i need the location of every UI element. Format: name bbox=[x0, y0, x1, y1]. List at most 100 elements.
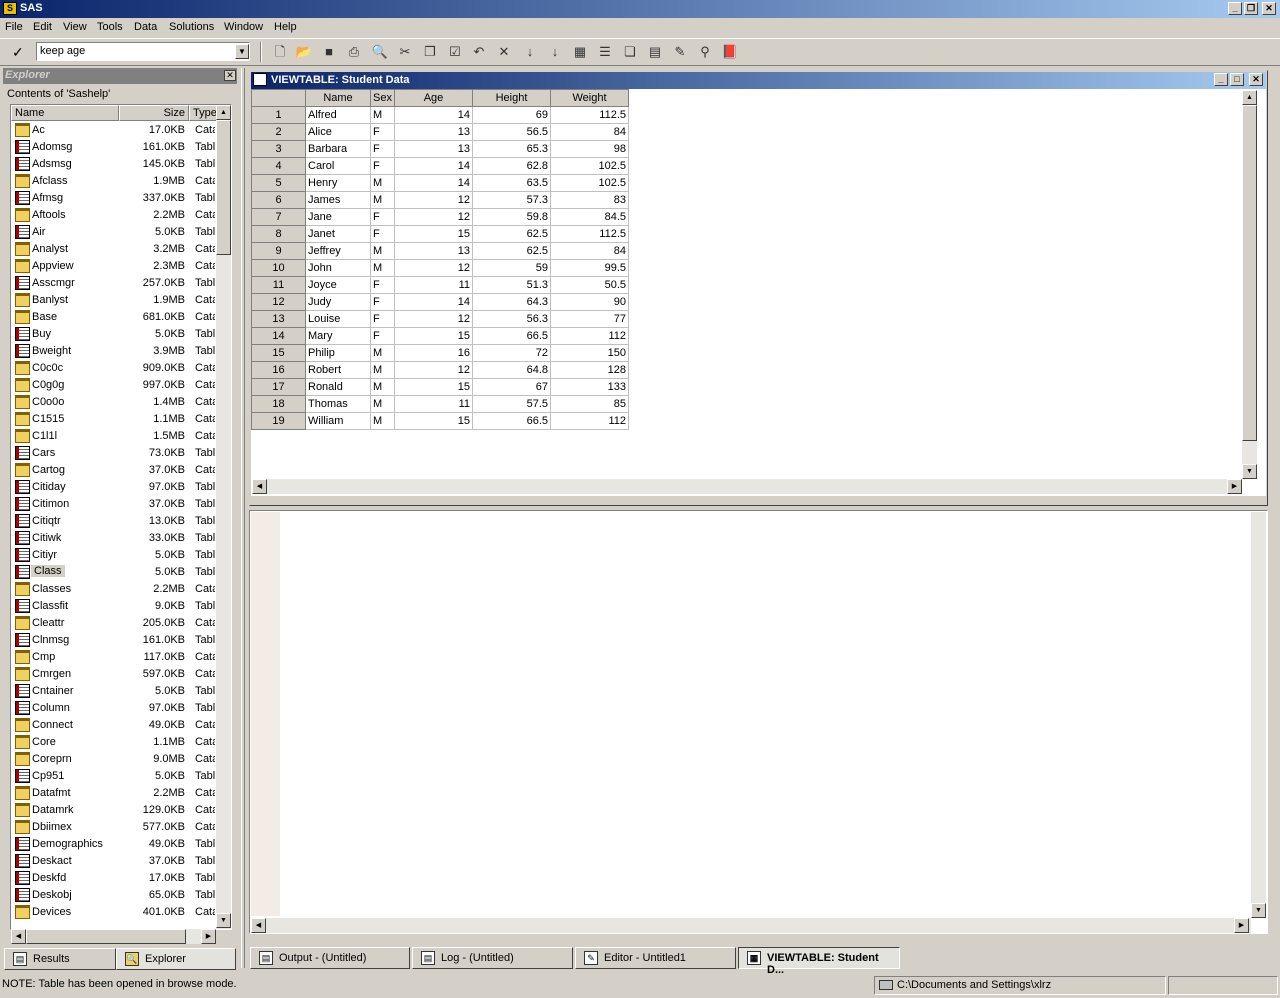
table-cell[interactable]: 84 bbox=[550, 123, 629, 141]
column-header-height[interactable]: Height bbox=[472, 89, 551, 107]
table-cell[interactable]: 57.3 bbox=[472, 191, 551, 209]
list-item[interactable]: Buy 5.0KB Table bbox=[11, 326, 216, 343]
row-number[interactable]: 8 bbox=[251, 225, 306, 243]
table-cell[interactable]: 50.5 bbox=[550, 276, 629, 294]
viewtable-close-button[interactable]: ✕ bbox=[1249, 73, 1263, 86]
table-cell[interactable]: 83 bbox=[550, 191, 629, 209]
data-table[interactable]: Name Sex Age Height Weight 1 Alfred M 14 69 1… bbox=[251, 89, 629, 430]
list-item[interactable]: Devices 401.0KB Catalog bbox=[11, 904, 216, 921]
list-item[interactable]: Afmsg 337.0KB Table bbox=[11, 190, 216, 207]
scroll-left-icon[interactable]: ◀ bbox=[252, 479, 267, 494]
table-cell[interactable]: 13 bbox=[394, 123, 473, 141]
list-item[interactable]: Adsmsg 145.0KB Table bbox=[11, 156, 216, 173]
copy-table-icon[interactable]: ❏ bbox=[620, 43, 640, 61]
row-number[interactable]: 1 bbox=[251, 106, 306, 124]
print-icon[interactable]: ⎙ bbox=[344, 43, 364, 61]
table-cell[interactable]: 14 bbox=[394, 157, 473, 175]
table-cell[interactable]: M bbox=[370, 344, 395, 362]
row-number[interactable]: 4 bbox=[251, 157, 306, 175]
cut-icon[interactable]: ✂ bbox=[395, 43, 415, 61]
table-cell[interactable]: M bbox=[370, 191, 395, 209]
scroll-down-icon[interactable]: ▼ bbox=[1251, 903, 1266, 918]
table-cell[interactable]: 12 bbox=[394, 259, 473, 277]
list-item[interactable]: Datafmt 2.2MB Catalog bbox=[11, 785, 216, 802]
table-cell[interactable]: F bbox=[370, 157, 395, 175]
table-cell[interactable]: Joyce bbox=[305, 276, 371, 294]
table-cell[interactable]: 66.5 bbox=[472, 412, 551, 430]
close-button[interactable]: ✕ bbox=[1262, 2, 1276, 15]
row-number[interactable]: 18 bbox=[251, 395, 306, 413]
table-cell[interactable]: 14 bbox=[394, 293, 473, 311]
list-item[interactable]: Cntainer 5.0KB Table bbox=[11, 683, 216, 700]
scroll-right-icon[interactable]: ▶ bbox=[1227, 479, 1242, 494]
list-item[interactable]: C1l1l 1.5MB Catalog bbox=[11, 428, 216, 445]
list-item[interactable]: Asscmgr 257.0KB Table bbox=[11, 275, 216, 292]
menu-solutions[interactable]: Solutions bbox=[169, 21, 214, 33]
row-number[interactable]: 17 bbox=[251, 378, 306, 396]
table-cell[interactable]: William bbox=[305, 412, 371, 430]
list-item[interactable]: Cars 73.0KB Table bbox=[11, 445, 216, 462]
row-number[interactable]: 12 bbox=[251, 293, 306, 311]
table-cell[interactable]: F bbox=[370, 310, 395, 328]
row-number[interactable]: 7 bbox=[251, 208, 306, 226]
table-row[interactable]: 4 Carol F 14 62.8 102.5 bbox=[251, 157, 629, 175]
table-cell[interactable]: Philip bbox=[305, 344, 371, 362]
list-item[interactable]: Citiday 97.0KB Table bbox=[11, 479, 216, 496]
list-item[interactable]: Citiyr 5.0KB Table bbox=[11, 547, 216, 564]
row-number[interactable]: 13 bbox=[251, 310, 306, 328]
table-cell[interactable]: 14 bbox=[394, 174, 473, 192]
list-item[interactable]: Clnmsg 161.0KB Table bbox=[11, 632, 216, 649]
table-cell[interactable]: F bbox=[370, 276, 395, 294]
list-item[interactable]: Citimon 37.0KB Table bbox=[11, 496, 216, 513]
table-cell[interactable]: Ronald bbox=[305, 378, 371, 396]
table-cell[interactable]: 13 bbox=[394, 242, 473, 260]
table-row[interactable]: 13 Louise F 12 56.3 77 bbox=[251, 310, 629, 328]
list-item[interactable]: Citiwk 33.0KB Table bbox=[11, 530, 216, 547]
editor-window[interactable] bbox=[249, 510, 1268, 934]
table-cell[interactable]: Jane bbox=[305, 208, 371, 226]
table-cell[interactable]: 112.5 bbox=[550, 106, 629, 124]
row-number[interactable]: 11 bbox=[251, 276, 306, 294]
row-number-header[interactable] bbox=[251, 89, 306, 107]
list-item[interactable]: C1515 1.1MB Catalog bbox=[11, 411, 216, 428]
minimize-button[interactable]: _ bbox=[1228, 2, 1242, 15]
explorer-horizontal-scrollbar[interactable]: ◀ ▶ bbox=[11, 929, 216, 944]
row-number[interactable]: 16 bbox=[251, 361, 306, 379]
table-cell[interactable]: 65.3 bbox=[472, 140, 551, 158]
viewtable-grid-area[interactable]: Name Sex Age Height Weight 1 Alfred M 14 69 1… bbox=[251, 89, 1266, 496]
table-cell[interactable]: 112.5 bbox=[550, 225, 629, 243]
explorer-close-icon[interactable]: ✕ bbox=[224, 70, 236, 81]
table-row[interactable]: 5 Henry M 14 63.5 102.5 bbox=[251, 174, 629, 192]
table-cell[interactable]: F bbox=[370, 225, 395, 243]
table-cell[interactable]: 67 bbox=[472, 378, 551, 396]
list-item[interactable]: Cmp 117.0KB Catalog bbox=[11, 649, 216, 666]
table-row[interactable]: 17 Ronald M 15 67 133 bbox=[251, 378, 629, 396]
table-view-icon[interactable]: ▦ bbox=[570, 43, 590, 61]
column-header-size[interactable]: Size bbox=[119, 105, 189, 121]
restore-button[interactable]: ❐ bbox=[1244, 2, 1258, 15]
table-cell[interactable]: 90 bbox=[550, 293, 629, 311]
column-header-age[interactable]: Age bbox=[394, 89, 473, 107]
table-row[interactable]: 16 Robert M 12 64.8 128 bbox=[251, 361, 629, 379]
table-cell[interactable]: 64.8 bbox=[472, 361, 551, 379]
table-cell[interactable]: 56.3 bbox=[472, 310, 551, 328]
row-number[interactable]: 3 bbox=[251, 140, 306, 158]
scroll-right-icon[interactable]: ▶ bbox=[201, 929, 216, 944]
tab-results[interactable]: ▤ Results bbox=[4, 948, 116, 970]
list-item[interactable]: Cmrgen 597.0KB Catalog bbox=[11, 666, 216, 683]
table-cell[interactable]: M bbox=[370, 395, 395, 413]
table-row[interactable]: 1 Alfred M 14 69 112.5 bbox=[251, 106, 629, 124]
list-item[interactable]: Cartog 37.0KB Catalog bbox=[11, 462, 216, 479]
table-cell[interactable]: M bbox=[370, 174, 395, 192]
list-item[interactable]: Appview 2.3MB Catalog bbox=[11, 258, 216, 275]
column-header-name[interactable]: Name bbox=[11, 105, 119, 121]
list-item[interactable]: C0g0g 997.0KB Catalog bbox=[11, 377, 216, 394]
row-number[interactable]: 6 bbox=[251, 191, 306, 209]
taskbar-output[interactable]: ▤ Output - (Untitled) bbox=[250, 947, 410, 969]
submit-command-check-icon[interactable]: ✓ bbox=[12, 44, 30, 60]
table-cell[interactable]: Janet bbox=[305, 225, 371, 243]
table-cell[interactable]: Thomas bbox=[305, 395, 371, 413]
table-cell[interactable]: 57.5 bbox=[472, 395, 551, 413]
table-row[interactable]: 7 Jane F 12 59.8 84.5 bbox=[251, 208, 629, 226]
table-cell[interactable]: James bbox=[305, 191, 371, 209]
